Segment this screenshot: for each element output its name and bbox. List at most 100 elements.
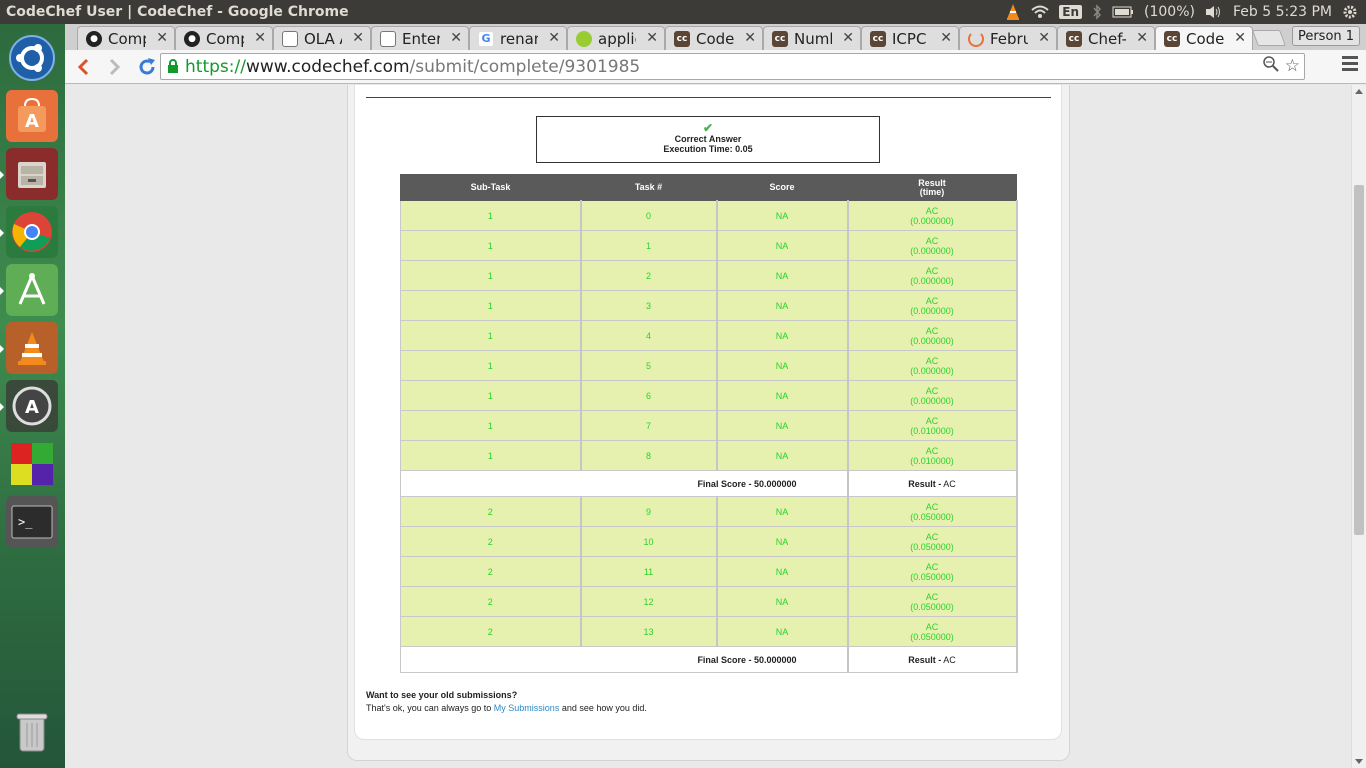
url-path: /submit/complete/9301985 bbox=[409, 56, 641, 77]
address-bar[interactable]: https://www.codechef.com/submit/complete… bbox=[160, 53, 1305, 80]
bluetooth-icon[interactable] bbox=[1092, 4, 1102, 20]
header-result: Result (time) bbox=[847, 174, 1017, 201]
close-icon[interactable]: ✕ bbox=[1136, 30, 1148, 46]
vlc-icon[interactable] bbox=[6, 322, 58, 374]
results-table: Sub-Task Task # Score Result (time) 1 0 NA A… bbox=[400, 174, 1018, 673]
terminal-icon[interactable]: >_ bbox=[6, 496, 58, 548]
workspaces-icon[interactable] bbox=[6, 438, 58, 490]
codechef-icon: cc bbox=[772, 30, 788, 47]
close-icon[interactable]: ✕ bbox=[156, 30, 168, 46]
table-row: 1 8 NA AC (0.010000) bbox=[400, 440, 1018, 471]
tab-label: CodeC bbox=[696, 29, 734, 48]
close-icon[interactable]: ✕ bbox=[450, 30, 462, 46]
page-scrollbar[interactable] bbox=[1351, 85, 1366, 768]
tab-label: Compa bbox=[108, 29, 146, 48]
table-row: 1 0 NA AC (0.000000) bbox=[400, 200, 1018, 231]
lock-icon[interactable] bbox=[167, 59, 179, 74]
table-row: 1 4 NA AC (0.000000) bbox=[400, 320, 1018, 351]
chrome-menu-icon[interactable] bbox=[1342, 56, 1358, 74]
tab-8[interactable]: cc Numb ✕ bbox=[763, 26, 861, 50]
chrome-icon[interactable] bbox=[6, 206, 58, 258]
file-manager-icon[interactable] bbox=[6, 148, 58, 200]
system-tray: En (100%) Feb 5 5:23 PM bbox=[1005, 3, 1366, 21]
tab-3[interactable]: OLA A ✕ bbox=[273, 26, 371, 50]
keyboard-layout-indicator[interactable]: En bbox=[1059, 5, 1083, 19]
vlc-tray-icon[interactable] bbox=[1005, 3, 1021, 21]
scroll-up-arrow-icon[interactable] bbox=[1355, 89, 1363, 94]
tab-11[interactable]: cc Chef-D ✕ bbox=[1057, 26, 1155, 50]
back-arrow-icon[interactable] bbox=[69, 53, 97, 81]
final-score: Final Score - 50.000000 bbox=[400, 646, 849, 673]
close-icon[interactable]: ✕ bbox=[842, 30, 854, 46]
profile-button[interactable]: Person 1 bbox=[1292, 26, 1360, 46]
tab-7[interactable]: cc CodeC ✕ bbox=[665, 26, 763, 50]
android-studio-icon[interactable] bbox=[6, 264, 58, 316]
scroll-down-arrow-icon[interactable] bbox=[1355, 759, 1363, 764]
chrome-running-indicator bbox=[0, 229, 4, 237]
tab-10[interactable]: Februa ✕ bbox=[959, 26, 1057, 50]
reload-icon[interactable] bbox=[133, 53, 161, 81]
tab-9[interactable]: cc ICPC P ✕ bbox=[861, 26, 959, 50]
close-icon[interactable]: ✕ bbox=[548, 30, 560, 46]
close-icon[interactable]: ✕ bbox=[254, 30, 266, 46]
tab-2[interactable]: ● Compa ✕ bbox=[175, 26, 273, 50]
svg-text:>_: >_ bbox=[18, 515, 33, 529]
table-row: 1 5 NA AC (0.000000) bbox=[400, 350, 1018, 381]
github-icon: ● bbox=[86, 30, 102, 47]
close-icon[interactable]: ✕ bbox=[1234, 30, 1246, 46]
zoom-icon[interactable] bbox=[1263, 56, 1279, 77]
url-scheme: https:// bbox=[185, 56, 246, 77]
final-score-row-subtask-1: Final Score - 50.000000 Result - AC bbox=[400, 470, 1018, 497]
google-icon: G bbox=[478, 30, 494, 47]
table-row: 2 10 NA AC (0.050000) bbox=[400, 526, 1018, 557]
battery-percent: (100%) bbox=[1144, 4, 1195, 20]
tab-4[interactable]: Enterp ✕ bbox=[371, 26, 469, 50]
header-subtask: Sub-Task bbox=[400, 174, 581, 201]
bookmark-star-icon[interactable]: ☆ bbox=[1285, 56, 1300, 77]
close-icon[interactable]: ✕ bbox=[1038, 30, 1050, 46]
codechef-icon: cc bbox=[674, 30, 690, 47]
close-icon[interactable]: ✕ bbox=[940, 30, 952, 46]
github-icon: ● bbox=[184, 30, 200, 47]
tab-strip: ● Compa ✕ ● Compa ✕ OLA A ✕ Enterp ✕ G r… bbox=[65, 24, 1366, 50]
gear-icon[interactable] bbox=[1342, 4, 1358, 20]
ubuntu-dash-icon[interactable] bbox=[6, 32, 58, 84]
android-studio-running-indicator bbox=[0, 287, 4, 295]
battery-icon[interactable] bbox=[1112, 6, 1134, 18]
execution-time: Execution Time: 0.05 bbox=[663, 144, 753, 154]
final-score-row-subtask-2: Final Score - 50.000000 Result - AC bbox=[400, 646, 1018, 673]
header-divider bbox=[366, 97, 1051, 98]
table-row: 1 2 NA AC (0.000000) bbox=[400, 260, 1018, 291]
scroll-thumb[interactable] bbox=[1354, 185, 1364, 535]
submission-status-box: ✔ Correct Answer Execution Time: 0.05 bbox=[536, 116, 880, 163]
window-title: CodeChef User | CodeChef - Google Chrome bbox=[6, 4, 349, 20]
codechef-icon: cc bbox=[1066, 30, 1082, 47]
table-row: 1 1 NA AC (0.000000) bbox=[400, 230, 1018, 261]
new-tab-button[interactable] bbox=[1252, 30, 1286, 46]
tab-1[interactable]: ● Compa ✕ bbox=[77, 26, 175, 50]
trash-icon[interactable] bbox=[6, 706, 58, 758]
svg-text:A: A bbox=[25, 397, 39, 418]
codechef-icon: cc bbox=[870, 30, 886, 47]
wifi-icon[interactable] bbox=[1031, 5, 1049, 19]
clock[interactable]: Feb 5 5:23 PM bbox=[1233, 4, 1332, 20]
table-row: 2 9 NA AC (0.050000) bbox=[400, 496, 1018, 527]
tab-label: Enterp bbox=[402, 29, 440, 48]
tab-6[interactable]: applica ✕ bbox=[567, 26, 665, 50]
close-icon[interactable]: ✕ bbox=[352, 30, 364, 46]
browser-toolbar: https://www.codechef.com/submit/complete… bbox=[65, 50, 1366, 84]
tab-5[interactable]: G renam ✕ bbox=[469, 26, 567, 50]
software-center-icon[interactable]: A bbox=[6, 90, 58, 142]
header-task: Task # bbox=[580, 174, 717, 201]
tab-label: applica bbox=[598, 29, 636, 48]
close-icon[interactable]: ✕ bbox=[744, 30, 756, 46]
close-icon[interactable]: ✕ bbox=[646, 30, 658, 46]
volume-icon[interactable] bbox=[1205, 5, 1223, 19]
software-updater-icon[interactable]: A bbox=[6, 380, 58, 432]
table-row: 1 6 NA AC (0.000000) bbox=[400, 380, 1018, 411]
tab-12-active[interactable]: cc CodeC ✕ bbox=[1155, 26, 1253, 50]
my-submissions-link[interactable]: My Submissions bbox=[494, 703, 560, 713]
final-result: Result - AC bbox=[847, 470, 1018, 497]
forward-arrow-icon[interactable] bbox=[101, 53, 129, 81]
url-host: www.codechef.com bbox=[245, 56, 410, 77]
